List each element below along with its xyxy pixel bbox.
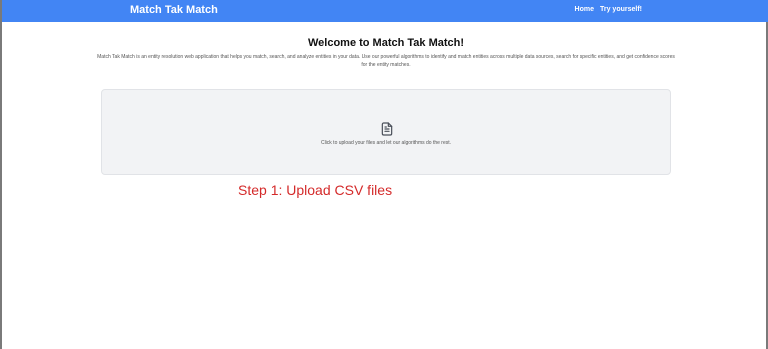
brand-logo-link[interactable]: Match Tak Match [130,4,218,16]
app-window: Match Tak Match Home Try yourself! Welco… [0,0,768,349]
navbar: Match Tak Match Home Try yourself! [2,0,768,22]
upload-hint-text: Click to upload your files and let our a… [320,140,452,146]
nav-home-link[interactable]: Home [575,6,594,13]
file-upload-dropzone[interactable]: Click to upload your files and let our a… [101,89,671,175]
nav-try-yourself-link[interactable]: Try yourself! [600,6,642,13]
nav-links: Home Try yourself! [575,6,642,13]
step-annotation: Step 1: Upload CSV files [238,182,393,198]
intro-text: Match Tak Match is an entity resolution … [97,54,675,68]
page-title: Welcome to Match Tak Match! [307,37,465,49]
file-document-icon [381,122,393,136]
